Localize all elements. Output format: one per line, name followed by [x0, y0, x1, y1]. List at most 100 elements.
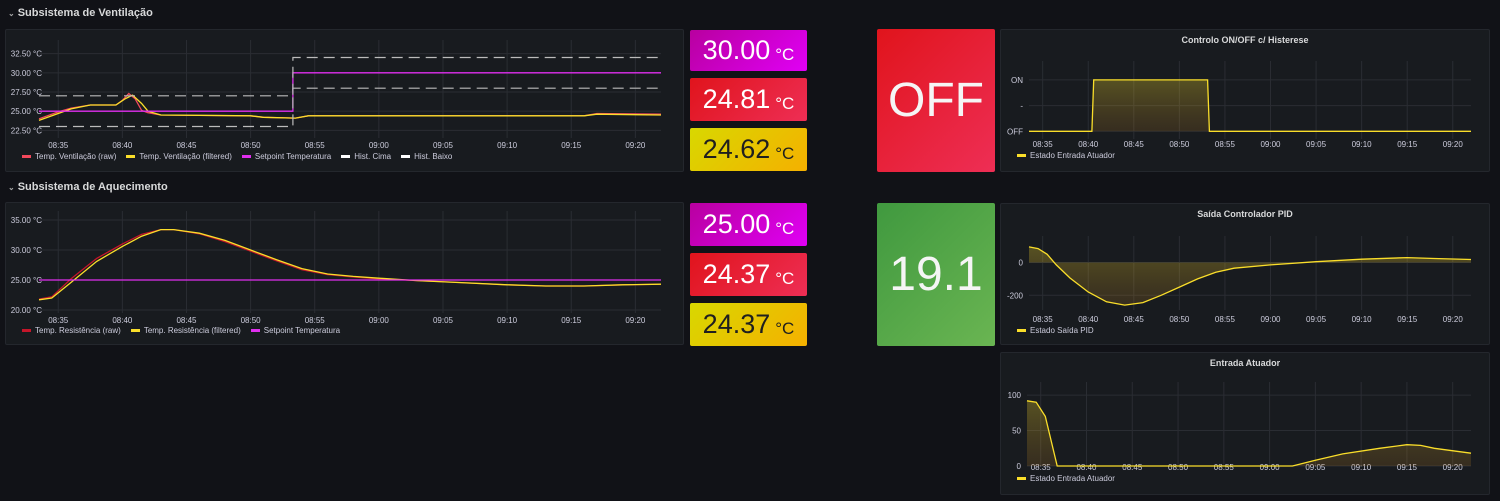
legend-item[interactable]: Estado Saída PID [1017, 326, 1094, 335]
y-tick-label: 50 [1012, 427, 1021, 436]
setpoint-stat: 30.00 °C [690, 30, 807, 71]
series-area [1027, 400, 1471, 466]
legend-swatch [250, 329, 260, 333]
x-tick-label: 09:20 [625, 141, 646, 150]
series-line [38, 94, 662, 122]
x-tick-label: 08:55 [305, 141, 326, 150]
x-tick-label: 09:05 [1306, 315, 1327, 324]
y-tick-label: OFF [1007, 127, 1023, 136]
x-tick-label: 08:50 [1168, 463, 1189, 472]
legend-swatch [401, 155, 411, 159]
pid-output-stat: 19.1 [877, 203, 995, 346]
setpoint-stat: 25.00 °C [690, 203, 807, 246]
x-tick-label: 09:10 [497, 316, 518, 325]
chart-svg: ON - OFF 08:35 08:40 08:45 08:50 08:55 09:00 09:0… [1007, 61, 1471, 149]
x-tick-label: 08:55 [1215, 140, 1236, 149]
legend-label: Temp. Ventilação (raw) [35, 152, 117, 161]
y-tick-label: 25.00 °C [11, 107, 42, 116]
pid-output-graph[interactable]: Saída Controlador PID 0 -200 08:35 08:40 08:4… [1000, 203, 1490, 345]
x-tick-label: 08:35 [48, 141, 69, 150]
chevron-down-icon: ⌄ [8, 183, 15, 192]
raw-temperature-stat: 24.81 °C [690, 78, 807, 121]
x-tick-label: 09:20 [625, 316, 646, 325]
x-tick-label: 09:10 [1352, 140, 1373, 149]
x-tick-label: 08:50 [1169, 140, 1190, 149]
legend-label: Setpoint Temperatura [263, 326, 341, 335]
y-tick-label: 27.50 °C [11, 88, 42, 97]
legend-item[interactable]: Temp. Ventilação (filtered) [126, 152, 232, 161]
x-tick-label: 09:00 [369, 316, 390, 325]
x-tick-label: 09:15 [561, 141, 582, 150]
legend: Temp. Ventilação (raw) Temp. Ventilação (… [22, 152, 452, 161]
y-tick-label: 25.00 °C [11, 276, 42, 285]
actuator-input-graph[interactable]: Entrada Atuador 100 50 0 08:35 08:40 08:45 08:5… [1000, 352, 1490, 495]
legend: Estado Saída PID [1017, 326, 1094, 335]
x-tick-label: 08:35 [48, 316, 69, 325]
x-tick-label: 08:50 [1169, 315, 1190, 324]
x-tick-label: 08:50 [241, 316, 262, 325]
x-tick-label: 08:55 [1214, 463, 1235, 472]
onoff-control-graph[interactable]: Controlo ON/OFF c/ Histerese ON - OFF 08:35 0… [1000, 29, 1490, 172]
x-tick-label: 09:15 [1397, 315, 1418, 324]
y-tick-label: 20.00 °C [11, 306, 42, 315]
legend-label: Setpoint Temperatura [254, 152, 332, 161]
x-tick-label: 08:35 [1033, 315, 1054, 324]
heating-temperature-graph[interactable]: 35.00 °C 30.00 °C 25.00 °C 20.00 °C 08:35 08:… [5, 202, 684, 345]
x-tick-label: 08:40 [1076, 463, 1097, 472]
x-tick-label: 08:40 [1078, 140, 1099, 149]
legend-item[interactable]: Hist. Cima [341, 152, 391, 161]
chevron-down-icon: ⌄ [8, 9, 15, 18]
legend-item[interactable]: Estado Entrada Atuador [1017, 474, 1115, 483]
series-line [38, 92, 662, 120]
legend-item[interactable]: Hist. Baixo [401, 152, 452, 161]
row-header-aquecimento[interactable]: ⌄ Subsistema de Aquecimento [8, 181, 168, 193]
onoff-state-stat: OFF [877, 29, 995, 172]
x-tick-label: 08:40 [1078, 315, 1099, 324]
x-tick-label: 08:40 [112, 316, 133, 325]
legend-item[interactable]: Setpoint Temperatura [241, 152, 332, 161]
y-tick-label: 0 [1017, 462, 1022, 471]
legend-swatch [1017, 329, 1026, 333]
legend-swatch [1017, 154, 1026, 158]
legend-swatch [22, 329, 31, 333]
raw-temperature-stat: 24.37 °C [690, 253, 807, 296]
x-tick-label: 09:05 [433, 316, 454, 325]
row-header-ventilacao[interactable]: ⌄ Subsistema de Ventilação [8, 7, 153, 19]
legend: Estado Entrada Atuador [1017, 151, 1115, 160]
y-tick-label: 30.00 °C [11, 69, 42, 78]
legend-item[interactable]: Estado Entrada Atuador [1017, 151, 1115, 160]
legend-item[interactable]: Temp. Resistência (filtered) [130, 326, 241, 335]
y-tick-label: 32.50 °C [11, 50, 42, 59]
x-tick-label: 08:45 [176, 316, 197, 325]
legend-item[interactable]: Temp. Ventilação (raw) [22, 152, 116, 161]
ventilation-temperature-graph[interactable]: 32.50 °C 30.00 °C 27.50 °C 25.00 °C 22.50 °C… [5, 29, 684, 172]
x-tick-label: 08:45 [1122, 463, 1143, 472]
x-tick-label: 08:40 [112, 141, 133, 150]
chart-svg: 100500 08:35 08:40 08:45 08:50 08:55 09:00 09:0… [1008, 382, 1472, 472]
x-tick-label: 08:55 [305, 316, 326, 325]
x-tick-label: 09:00 [1260, 463, 1281, 472]
legend-swatch [241, 155, 251, 159]
y-tick-label: 30.00 °C [11, 246, 42, 255]
legend-label: Estado Entrada Atuador [1030, 151, 1115, 160]
legend-label: Hist. Baixo [414, 152, 453, 161]
y-tick-label: 22.50 °C [11, 126, 42, 135]
x-tick-label: 09:00 [369, 141, 390, 150]
x-tick-label: 08:35 [1033, 140, 1054, 149]
x-tick-label: 09:05 [433, 141, 454, 150]
legend-label: Temp. Resistência (raw) [35, 326, 121, 335]
y-tick-label: 100 [1008, 391, 1022, 400]
legend-item[interactable]: Setpoint Temperatura [250, 326, 341, 335]
x-tick-label: 09:05 [1306, 140, 1327, 149]
x-tick-label: 09:20 [1443, 315, 1464, 324]
y-tick-label: ON [1011, 76, 1023, 85]
legend-label: Hist. Cima [354, 152, 392, 161]
x-tick-label: 09:20 [1443, 140, 1464, 149]
chart-svg: 0 -200 08:35 08:40 08:45 08:50 08:55 09:00 09:05… [1007, 236, 1472, 324]
x-tick-label: 09:00 [1260, 315, 1281, 324]
legend-swatch [130, 329, 140, 333]
legend: Temp. Resistência (raw) Temp. Resistência… [22, 326, 340, 335]
x-tick-label: 09:10 [497, 141, 518, 150]
x-tick-label: 08:45 [176, 141, 197, 150]
legend-item[interactable]: Temp. Resistência (raw) [22, 326, 121, 335]
